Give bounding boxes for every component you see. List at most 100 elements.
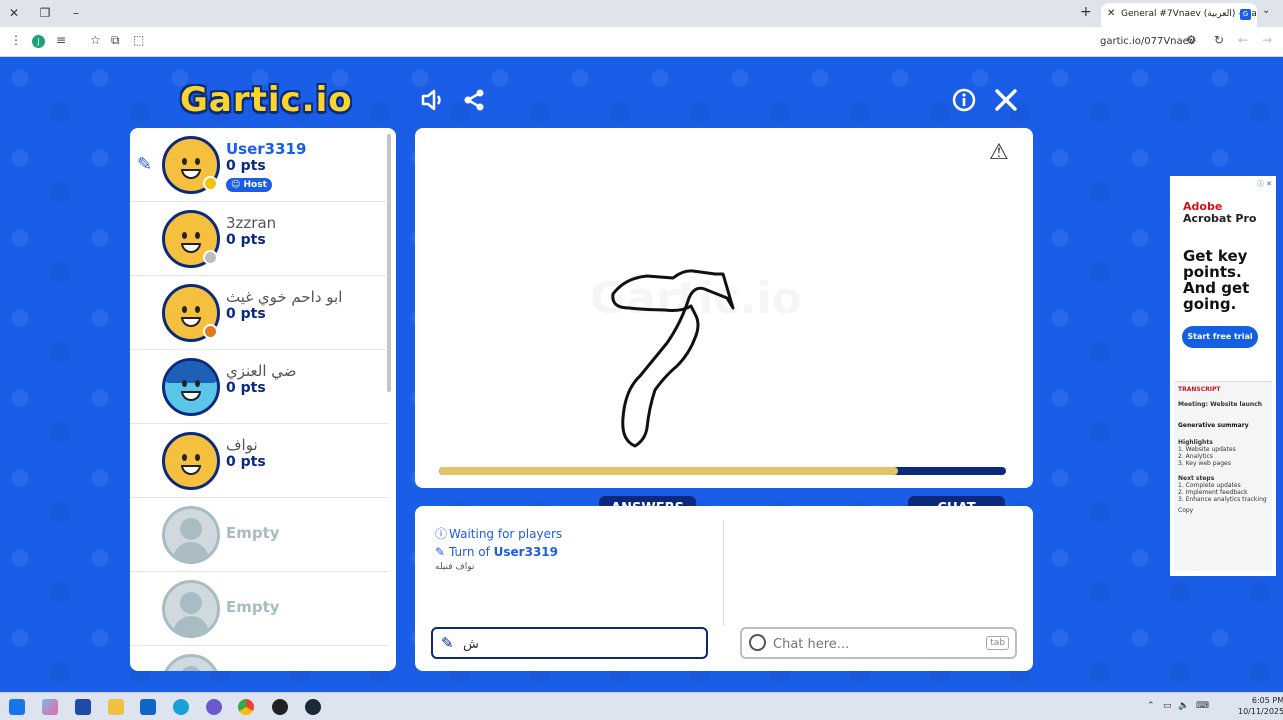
extensions-icon[interactable]: ⧉: [111, 33, 120, 48]
ad-doc-item: 2. Analytics: [1178, 453, 1213, 460]
clock[interactable]: 6:05 PM 10/11/2025: [1238, 695, 1283, 717]
close-game-icon[interactable]: [994, 88, 1018, 118]
clock-time: 6:05 PM: [1251, 696, 1283, 705]
ad-brand-line2: Acrobat Pro: [1183, 212, 1257, 225]
gartic-favicon-icon: G: [1240, 9, 1251, 20]
tab-title: General #7Vnaev (العربية) - Gartic: [1121, 9, 1257, 19]
chrome-icon[interactable]: [238, 699, 254, 715]
tab-list-chevron-icon[interactable]: ⌄: [1262, 5, 1270, 16]
panel-divider: [723, 520, 724, 626]
ad-doc-copy: Copy: [1178, 507, 1194, 514]
calculator-icon[interactable]: [75, 699, 91, 715]
answer-note: نواف فنيله: [435, 562, 475, 572]
ad-doc-next-item: 1. Complete updates: [1178, 482, 1241, 489]
bookmark-star-icon[interactable]: ☆: [90, 33, 101, 47]
chat-input[interactable]: [773, 633, 983, 655]
discord-icon[interactable]: [206, 699, 222, 715]
answer-field[interactable]: ✎: [431, 627, 708, 659]
avatar: [162, 358, 220, 416]
app-icon[interactable]: [272, 699, 288, 715]
network-icon[interactable]: ▭: [1163, 701, 1172, 711]
screenshot-icon[interactable]: ⬚: [133, 33, 144, 47]
new-tab-icon[interactable]: +: [1080, 4, 1092, 20]
ad-doc-highlights: Highlights: [1178, 439, 1213, 446]
ad-cta-button[interactable]: Start free trial: [1182, 326, 1258, 348]
ad-doc-item: 1. Website updates: [1178, 446, 1236, 453]
back-arrow-icon[interactable]: ←: [1238, 33, 1248, 47]
windows-taskbar: ⌃ ▭ 🔈 ⌨ 6:05 PM 10/11/2025: [0, 692, 1283, 720]
drawing-canvas[interactable]: Gartic.io ⚠: [415, 128, 1033, 488]
ad-headline: Get key points. And get going.: [1183, 247, 1250, 313]
player-row[interactable]: ابو داحم خوي غيث 0 pts: [130, 276, 388, 350]
edge-icon[interactable]: [173, 699, 189, 715]
answer-input[interactable]: [463, 633, 703, 655]
player-name: User3319: [226, 140, 307, 158]
browser-menu-icon[interactable]: ⋮: [10, 33, 22, 47]
answers-chat-panel: ⓘ Waiting for players ✎ Turn of User3319 ن…: [415, 506, 1033, 671]
player-points: 0 pts: [226, 232, 266, 248]
close-window-icon[interactable]: ✕: [4, 4, 24, 22]
player-points: 0 pts: [226, 380, 266, 396]
pencil-icon: ✎: [441, 634, 454, 652]
tray-chevron-icon[interactable]: ⌃: [1147, 701, 1155, 711]
steam-icon[interactable]: [305, 699, 321, 715]
ad-doc-label: TRANSCRIPT: [1178, 386, 1221, 393]
pencil-icon: ✎: [435, 545, 446, 559]
host-badge: ☺ Host: [226, 178, 272, 192]
file-explorer-icon[interactable]: [108, 699, 124, 715]
chat-field[interactable]: tab: [740, 627, 1017, 659]
status-dot: [203, 250, 218, 265]
keyboard-icon[interactable]: ⌨: [1196, 701, 1209, 711]
ad-doc-next-item: 3. Enhance analytics tracking: [1178, 496, 1267, 503]
drawing-pencil-icon: ✎: [137, 154, 153, 175]
player-name: 3zzran: [226, 214, 277, 232]
info-circle-icon: ⓘ: [435, 527, 448, 541]
start-icon[interactable]: [9, 699, 25, 715]
ad-doc-item: 3. Key web pages: [1178, 460, 1231, 467]
player-row[interactable]: ضي العنزي 0 pts: [130, 350, 388, 424]
outlook-icon[interactable]: [140, 699, 156, 715]
empty-slot: Empty: [130, 572, 388, 646]
reload-icon[interactable]: ↻: [1214, 33, 1224, 47]
browser-tab[interactable]: ✕ General #7Vnaev (العربية) - Gartic G: [1101, 3, 1257, 27]
player-name: ضي العنزي: [226, 362, 297, 380]
address-url[interactable]: gartic.io/077Vnaev: [1100, 36, 1195, 47]
gartic-logo[interactable]: Gartic.io: [180, 80, 353, 120]
info-icon[interactable]: [952, 88, 976, 118]
turn-prefix: Turn of: [449, 545, 490, 559]
player-row[interactable]: نواف 0 pts: [130, 424, 388, 498]
ad-info-icon[interactable]: ⓘ ✕: [1257, 179, 1272, 189]
ad-doc-title: Meeting: Website launch: [1178, 401, 1262, 408]
browser-tab-bar: ✕ ❐ – + ✕ General #7Vnaev (العربية) - Ga…: [0, 0, 1283, 27]
player-row[interactable]: 3zzran 0 pts: [130, 202, 388, 276]
advertisement[interactable]: ⓘ ✕ Adobe Acrobat Pro Get key points. An…: [1170, 176, 1276, 576]
profile-avatar[interactable]: J: [32, 35, 45, 48]
tab-close-icon[interactable]: ✕: [1107, 3, 1115, 25]
waiting-message: ⓘ Waiting for players: [435, 525, 562, 542]
avatar: [162, 432, 220, 490]
minimize-window-icon[interactable]: –: [66, 4, 86, 22]
restore-window-icon[interactable]: ❐: [35, 4, 55, 22]
progress-fill: [439, 467, 899, 475]
share-icon[interactable]: [462, 88, 486, 118]
ad-document-preview: TRANSCRIPT Meeting: Website launch Gener…: [1174, 381, 1272, 571]
site-settings-icon[interactable]: ⚙: [1186, 33, 1197, 47]
empty-avatar-icon: [162, 580, 220, 638]
empty-slot-label: Empty: [226, 524, 280, 542]
browser-toolbar: ⋮ J ≡ ☆ ⧉ ⬚ gartic.io/077Vnaev ⚙ ↻ ← →: [0, 27, 1283, 57]
player-points: 0 pts: [226, 454, 266, 470]
ad-brand: Adobe Acrobat Pro: [1183, 201, 1256, 225]
drawing-stroke: [611, 269, 735, 448]
chat-bubble-icon: [749, 634, 766, 651]
clock-date: 10/11/2025: [1238, 707, 1283, 716]
player-row[interactable]: ✎ User3319 0 pts ☺ Host: [130, 128, 388, 202]
players-panel: ✎ User3319 0 pts ☺ Host 3zzran 0 pts ابو…: [130, 128, 396, 671]
speaker-icon[interactable]: [420, 88, 446, 118]
reading-list-icon[interactable]: ≡: [56, 33, 66, 47]
empty-avatar-icon: [162, 654, 220, 671]
volume-icon[interactable]: 🔈: [1178, 701, 1189, 711]
status-dot: [203, 176, 218, 191]
forward-arrow-icon[interactable]: →: [1262, 33, 1272, 47]
copilot-icon[interactable]: [42, 699, 58, 715]
player-points: 0 pts: [226, 306, 266, 322]
